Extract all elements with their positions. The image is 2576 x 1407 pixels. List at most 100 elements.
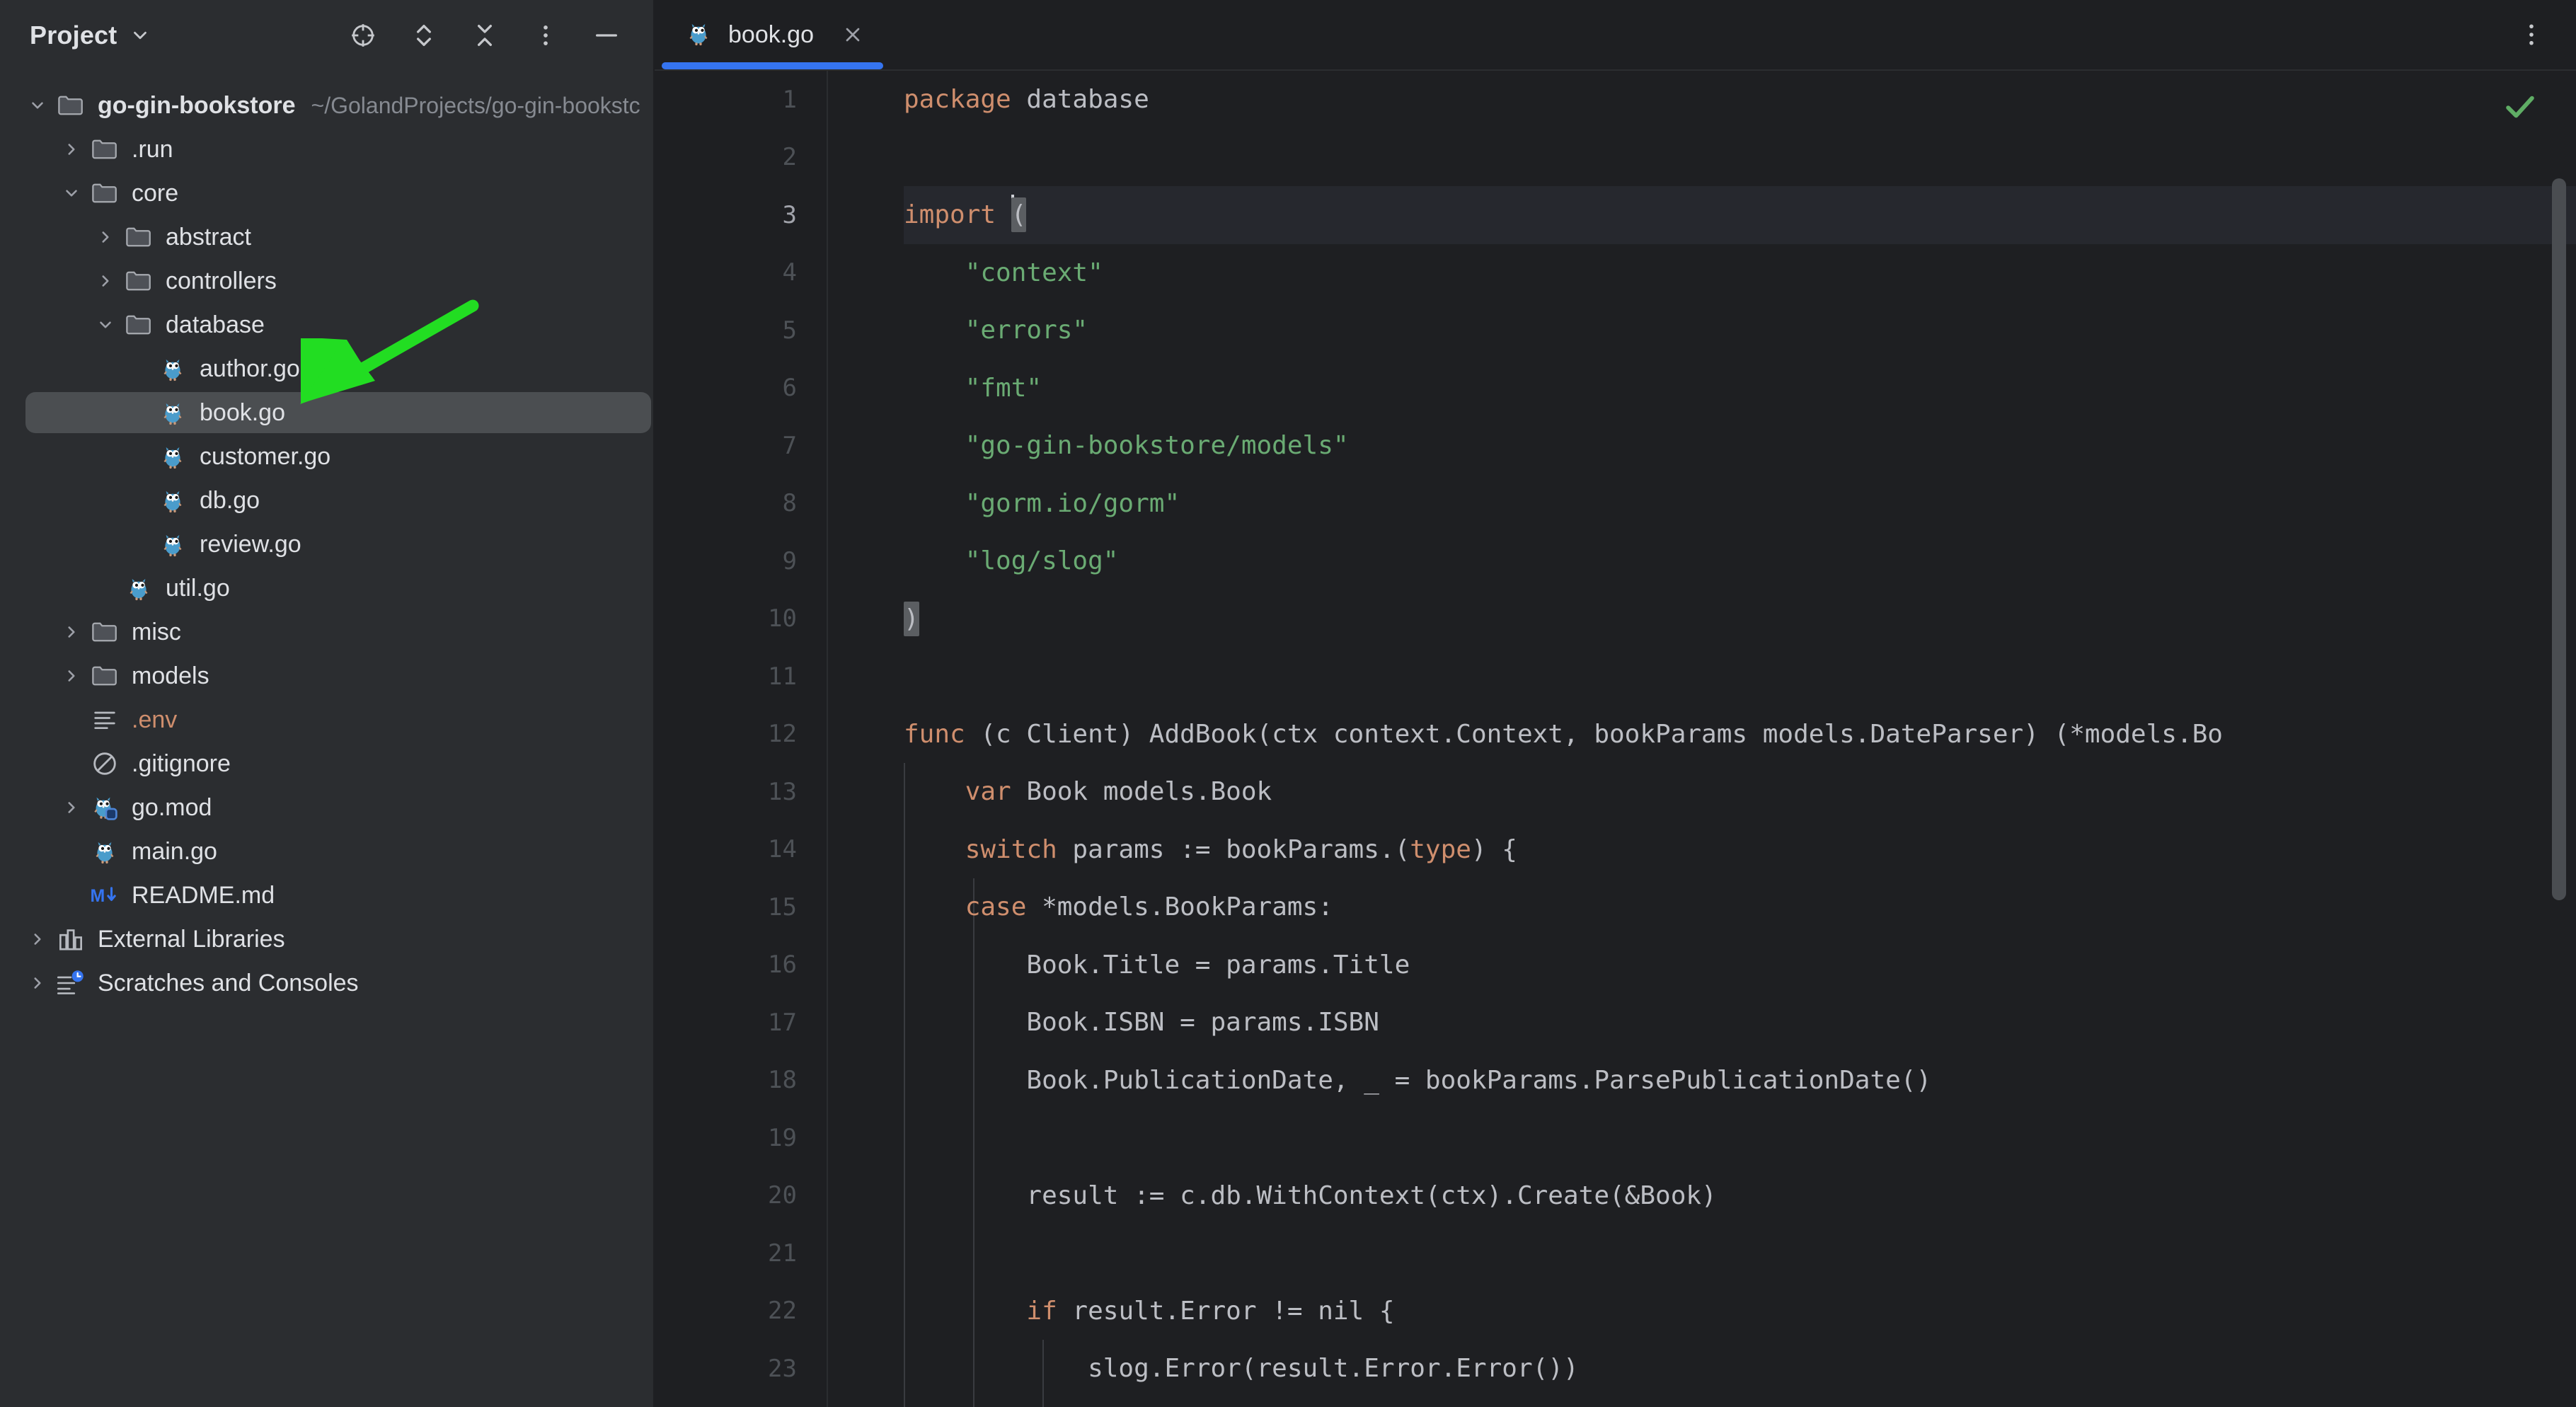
tree-item-util-go[interactable]: util.go <box>0 566 653 610</box>
svg-text:M: M <box>90 886 105 906</box>
chevron-down-icon[interactable] <box>55 177 88 209</box>
code-line: Book.PublicationDate, _ = bookParams.Par… <box>904 1052 2576 1110</box>
tree-item-label: customer.go <box>200 444 330 469</box>
chevron-right-icon[interactable] <box>55 660 88 692</box>
tree-item-env[interactable]: .env <box>0 698 653 742</box>
line-number: 2 <box>655 129 827 187</box>
tree-item-misc[interactable]: misc <box>0 610 653 654</box>
scratches-icon <box>54 966 88 1000</box>
line-number: 8 <box>655 475 827 533</box>
code-line: "context" <box>904 244 2576 302</box>
tree-item-label: abstract <box>166 225 251 249</box>
code-scroll-region[interactable]: package database import ( "context" "err… <box>828 71 2576 1407</box>
code-line <box>904 648 2576 706</box>
line-number: 21 <box>655 1224 827 1282</box>
folder-icon <box>88 132 122 166</box>
tree-item-go-mod[interactable]: go.mod <box>0 786 653 829</box>
chevron-right-icon[interactable] <box>21 967 54 999</box>
line-number: 4 <box>655 244 827 302</box>
chevron-right-icon[interactable] <box>55 791 88 824</box>
tree-item-main-go[interactable]: main.go <box>0 829 653 873</box>
tree-item-book-go[interactable]: book.go <box>0 391 653 435</box>
libraries-icon <box>54 922 88 956</box>
tree-item-label: .run <box>132 137 173 161</box>
line-number: 17 <box>655 994 827 1052</box>
env-file-icon <box>88 703 122 737</box>
code-line-current: import ( <box>904 186 2576 244</box>
chevron-right-icon[interactable] <box>55 616 88 648</box>
line-number: 14 <box>655 821 827 879</box>
line-number: 7 <box>655 417 827 475</box>
code-line <box>904 1109 2576 1167</box>
project-file-tree: go-gin-bookstore ~/GolandProjects/go-gin… <box>0 71 653 1005</box>
minimize-icon[interactable] <box>591 20 622 51</box>
go-file-icon <box>156 483 190 517</box>
project-panel-header: Project <box>0 0 653 71</box>
chevron-down-icon[interactable] <box>89 309 122 341</box>
chevron-down-icon[interactable] <box>21 89 54 122</box>
line-number: 1 <box>655 71 827 129</box>
line-number: 19 <box>655 1109 827 1167</box>
code-line: ) <box>904 590 2576 648</box>
folder-icon <box>122 220 156 254</box>
tree-item-label: database <box>166 313 265 337</box>
more-options-vertical-icon[interactable] <box>2514 17 2549 52</box>
chevron-right-icon[interactable] <box>55 133 88 166</box>
code-line: "go-gin-bookstore/models" <box>904 417 2576 475</box>
code-line: case *models.BookParams: <box>904 878 2576 936</box>
code-area: 1 2 3 4 5 6 7 8 9 10 11 12 13 14 15 16 1… <box>655 71 2576 1407</box>
gitignore-icon <box>88 747 122 781</box>
tree-item-db-go[interactable]: db.go <box>0 478 653 522</box>
tree-item-models[interactable]: models <box>0 654 653 698</box>
code-line: package database <box>904 71 2576 129</box>
tree-item-label: core <box>132 181 178 205</box>
tree-item-label: review.go <box>200 532 301 556</box>
code-line: Book.Title = params.Title <box>904 936 2576 994</box>
go-file-icon <box>684 19 713 51</box>
more-options-icon[interactable] <box>530 20 561 51</box>
line-number: 6 <box>655 360 827 418</box>
tree-item-label: .gitignore <box>132 752 231 776</box>
line-number: 18 <box>655 1052 827 1110</box>
tree-item-review-go[interactable]: review.go <box>0 522 653 566</box>
tree-item-label: db.go <box>200 488 260 512</box>
tree-item-author-go[interactable]: author.go <box>0 347 653 391</box>
editor-vertical-scrollbar[interactable] <box>2552 178 2566 900</box>
go-file-icon <box>156 396 190 430</box>
chevron-right-icon[interactable] <box>89 221 122 253</box>
tree-item-label: util.go <box>166 576 230 600</box>
tree-item-customer-go[interactable]: customer.go <box>0 435 653 478</box>
tree-item-go-gin-bookstore[interactable]: go-gin-bookstore ~/GolandProjects/go-gin… <box>0 84 653 127</box>
tree-item-database[interactable]: database <box>0 303 653 347</box>
close-icon[interactable] <box>839 21 866 48</box>
tree-item-readme-md[interactable]: M README.md <box>0 873 653 917</box>
tree-item-external-libraries[interactable]: External Libraries <box>0 917 653 961</box>
folder-icon <box>122 308 156 342</box>
code-line: result := c.db.WithContext(ctx).Create(&… <box>904 1167 2576 1225</box>
tree-item-label: go.mod <box>132 796 212 820</box>
chevron-right-icon[interactable] <box>21 923 54 955</box>
tab-book-go[interactable]: book.go <box>655 0 890 69</box>
inspection-status-badge[interactable] <box>2501 88 2539 126</box>
go-file-icon <box>156 352 190 386</box>
chevron-down-icon[interactable] <box>130 25 151 46</box>
tree-item-controllers[interactable]: controllers <box>0 259 653 303</box>
tree-item-run[interactable]: .run <box>0 127 653 171</box>
chevron-right-icon[interactable] <box>89 265 122 297</box>
locate-icon[interactable] <box>347 20 379 51</box>
tree-item-core[interactable]: core <box>0 171 653 215</box>
tree-item-gitignore[interactable]: .gitignore <box>0 742 653 786</box>
folder-icon <box>88 176 122 210</box>
tree-item-label: README.md <box>132 883 275 907</box>
tree-item-abstract[interactable]: abstract <box>0 215 653 259</box>
editor-tab-bar: book.go <box>655 0 2576 71</box>
expand-all-icon[interactable] <box>408 20 439 51</box>
tree-item-label: External Libraries <box>98 927 285 951</box>
code-lines: package database import ( "context" "err… <box>828 71 2576 1398</box>
tree-item-scratches-and-consoles[interactable]: Scratches and Consoles <box>0 961 653 1005</box>
code-line: switch params := bookParams.(type) { <box>904 821 2576 879</box>
collapse-all-icon[interactable] <box>469 20 500 51</box>
editor-gutter[interactable]: 1 2 3 4 5 6 7 8 9 10 11 12 13 14 15 16 1… <box>655 71 828 1407</box>
go-file-icon <box>156 440 190 473</box>
line-number: 13 <box>655 763 827 821</box>
